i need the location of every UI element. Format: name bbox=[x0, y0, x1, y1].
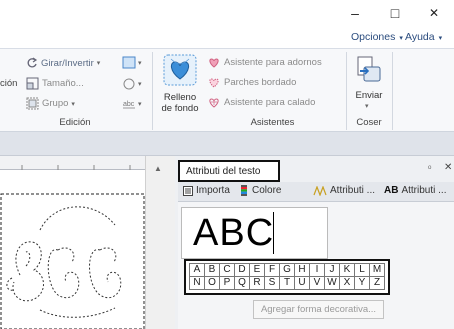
char-cell[interactable]: H bbox=[294, 263, 310, 277]
parches-bordado-button[interactable]: Parches bordado bbox=[208, 77, 296, 88]
pin-icon[interactable]: ᵒ bbox=[428, 163, 431, 173]
char-cell[interactable]: L bbox=[354, 263, 370, 277]
minimize-button[interactable]: – bbox=[335, 0, 375, 26]
heart-patch-icon bbox=[209, 78, 219, 88]
char-cell[interactable]: U bbox=[294, 276, 310, 290]
document-tab-strip bbox=[0, 132, 454, 156]
rotate-icon bbox=[27, 57, 38, 68]
menu-opciones[interactable]: Opciones ▾ bbox=[351, 31, 403, 43]
panel-close-button[interactable]: ✕ bbox=[444, 162, 452, 173]
char-cell[interactable]: T bbox=[279, 276, 295, 290]
chevron-down-icon: ▾ bbox=[365, 103, 369, 110]
char-cell[interactable]: N bbox=[189, 276, 205, 290]
maximize-button[interactable]: □ bbox=[375, 0, 415, 26]
char-cell[interactable]: C bbox=[219, 263, 235, 277]
chevron-down-icon: ▾ bbox=[438, 35, 443, 42]
ribbon-partial-label: ción bbox=[0, 78, 18, 89]
character-grid: ABCDEFGHIJKLM NOPQRSTUVWXYZ bbox=[189, 263, 385, 290]
cutwork-heart-icon bbox=[209, 98, 219, 108]
panel-title: Attributi del testo bbox=[178, 160, 280, 182]
char-cell[interactable]: M bbox=[369, 263, 385, 277]
fill-color-button[interactable]: ▾ bbox=[122, 56, 142, 69]
char-cell[interactable]: I bbox=[309, 263, 325, 277]
thread-color-icon bbox=[241, 185, 247, 196]
char-cell[interactable]: O bbox=[204, 276, 220, 290]
maximize-icon: □ bbox=[390, 5, 400, 21]
grupo-button[interactable]: Grupo ▾ bbox=[26, 97, 75, 110]
send-to-machine-icon bbox=[357, 56, 381, 82]
char-cell[interactable]: D bbox=[234, 263, 250, 277]
asistente-calado-button[interactable]: Asistente para calado bbox=[208, 97, 315, 108]
preview-text: ABC bbox=[193, 212, 275, 254]
close-icon: ✕ bbox=[428, 6, 440, 20]
tab-colore[interactable]: Colore bbox=[239, 185, 281, 196]
scroll-up-icon[interactable]: ▲ bbox=[154, 164, 162, 173]
vertical-scrollbar[interactable]: ▲ bbox=[145, 156, 175, 329]
color-square-icon bbox=[122, 56, 136, 69]
char-cell[interactable]: P bbox=[219, 276, 235, 290]
char-cell[interactable]: Y bbox=[354, 276, 370, 290]
text-cursor bbox=[273, 212, 274, 254]
char-cell[interactable]: K bbox=[339, 263, 355, 277]
stitch-attributes-icon bbox=[313, 185, 327, 196]
embroidery-design-preview bbox=[0, 193, 145, 329]
tamano-button[interactable]: Tamaño... bbox=[26, 77, 84, 90]
chevron-down-icon: ▾ bbox=[138, 59, 142, 67]
char-cell[interactable]: V bbox=[309, 276, 325, 290]
ribbon-separator bbox=[346, 52, 347, 130]
ruler-ticks bbox=[21, 165, 131, 170]
char-cell[interactable]: W bbox=[324, 276, 340, 290]
text-align-icon: abc bbox=[123, 101, 135, 109]
menu-ayuda[interactable]: Ayuda ▾ bbox=[405, 31, 442, 43]
enviar-button[interactable]: Enviar ▾ bbox=[350, 53, 388, 115]
char-cell[interactable]: G bbox=[279, 263, 295, 277]
resize-icon bbox=[26, 77, 39, 90]
minimize-icon: – bbox=[351, 5, 359, 21]
group-icon bbox=[26, 97, 39, 110]
background-fill-icon bbox=[163, 54, 197, 86]
char-cell[interactable]: E bbox=[249, 263, 265, 277]
tab-attributi-testo[interactable]: AB Attributi ... bbox=[384, 185, 446, 196]
tab-attributi-cucitura[interactable]: Attributi ... bbox=[313, 185, 375, 196]
ribbon-separator bbox=[392, 52, 393, 130]
char-cell[interactable]: A bbox=[189, 263, 205, 277]
char-cell[interactable]: B bbox=[204, 263, 220, 277]
chevron-down-icon: ▾ bbox=[138, 100, 142, 108]
text-ab-icon: AB bbox=[384, 185, 399, 196]
char-cell[interactable]: Q bbox=[234, 276, 250, 290]
import-icon bbox=[183, 185, 193, 196]
relleno-de-fondo-button[interactable]: Relleno de fondo bbox=[158, 54, 202, 118]
heart-icon bbox=[209, 58, 219, 68]
group-label-edicion: Edición bbox=[59, 117, 91, 128]
char-cell[interactable]: X bbox=[339, 276, 355, 290]
chevron-down-icon: ▾ bbox=[96, 60, 101, 67]
chevron-down-icon: ▾ bbox=[399, 35, 403, 42]
chevron-down-icon: ▾ bbox=[71, 100, 75, 108]
agregar-forma-decorativa-button[interactable]: Agregar forma decorativa... bbox=[253, 300, 384, 319]
char-cell[interactable]: F bbox=[264, 263, 280, 277]
design-canvas[interactable] bbox=[0, 170, 145, 329]
svg-text:abc: abc bbox=[123, 101, 135, 108]
char-cell[interactable]: Z bbox=[369, 276, 385, 290]
abc-align-button[interactable]: abc ▾ bbox=[122, 97, 142, 110]
girar-invertir-button[interactable]: Girar/Invertir ▾ bbox=[26, 57, 100, 69]
ribbon-separator bbox=[152, 52, 153, 130]
group-label-coser: Coser bbox=[356, 117, 382, 128]
shape-button[interactable]: ▾ bbox=[122, 77, 142, 90]
close-icon: ✕ bbox=[444, 162, 453, 173]
shape-icon bbox=[123, 78, 135, 90]
asistente-adornos-button[interactable]: Asistente para adornos bbox=[208, 57, 322, 68]
tab-importa[interactable]: Importa bbox=[183, 185, 230, 196]
char-cell[interactable]: R bbox=[249, 276, 265, 290]
char-cell[interactable]: J bbox=[324, 263, 340, 277]
horizontal-ruler bbox=[0, 156, 145, 170]
chevron-down-icon: ▾ bbox=[138, 80, 142, 88]
close-button[interactable]: ✕ bbox=[414, 0, 454, 26]
char-cell[interactable]: S bbox=[264, 276, 280, 290]
group-label-asistentes: Asistentes bbox=[250, 117, 295, 128]
